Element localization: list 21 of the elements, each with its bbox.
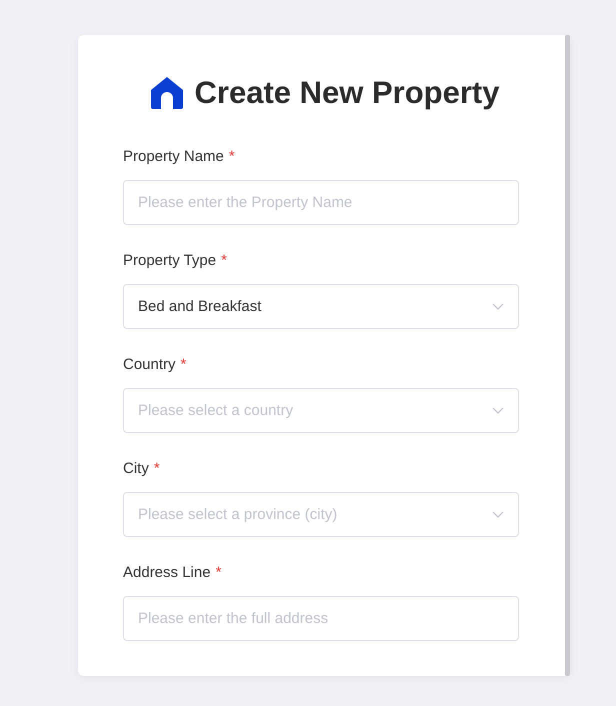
chevron-down-icon: [492, 303, 504, 310]
scrollbar[interactable]: [565, 35, 570, 676]
select-field[interactable]: Please select a country: [123, 388, 519, 433]
page-title: Create New Property: [194, 75, 500, 111]
field-label: Address Line: [123, 563, 211, 583]
home-icon: [148, 76, 185, 110]
chevron-down-icon: [492, 511, 504, 518]
select-field[interactable]: Bed and Breakfast: [123, 284, 519, 329]
required-mark: *: [180, 355, 186, 375]
text-field[interactable]: Please enter the full address: [123, 596, 519, 641]
select-field[interactable]: Please select a province (city): [123, 492, 519, 537]
required-mark: *: [228, 147, 235, 167]
required-mark: *: [154, 459, 160, 479]
field-label: Property Name: [123, 147, 224, 167]
field-label: City: [123, 459, 149, 479]
field-label: Property Type: [123, 251, 216, 271]
text-field[interactable]: Please enter the Property Name: [123, 180, 519, 225]
field-label: Country: [123, 355, 176, 375]
required-mark: *: [216, 563, 222, 583]
required-mark: *: [221, 251, 227, 271]
chevron-down-icon: [492, 407, 504, 414]
